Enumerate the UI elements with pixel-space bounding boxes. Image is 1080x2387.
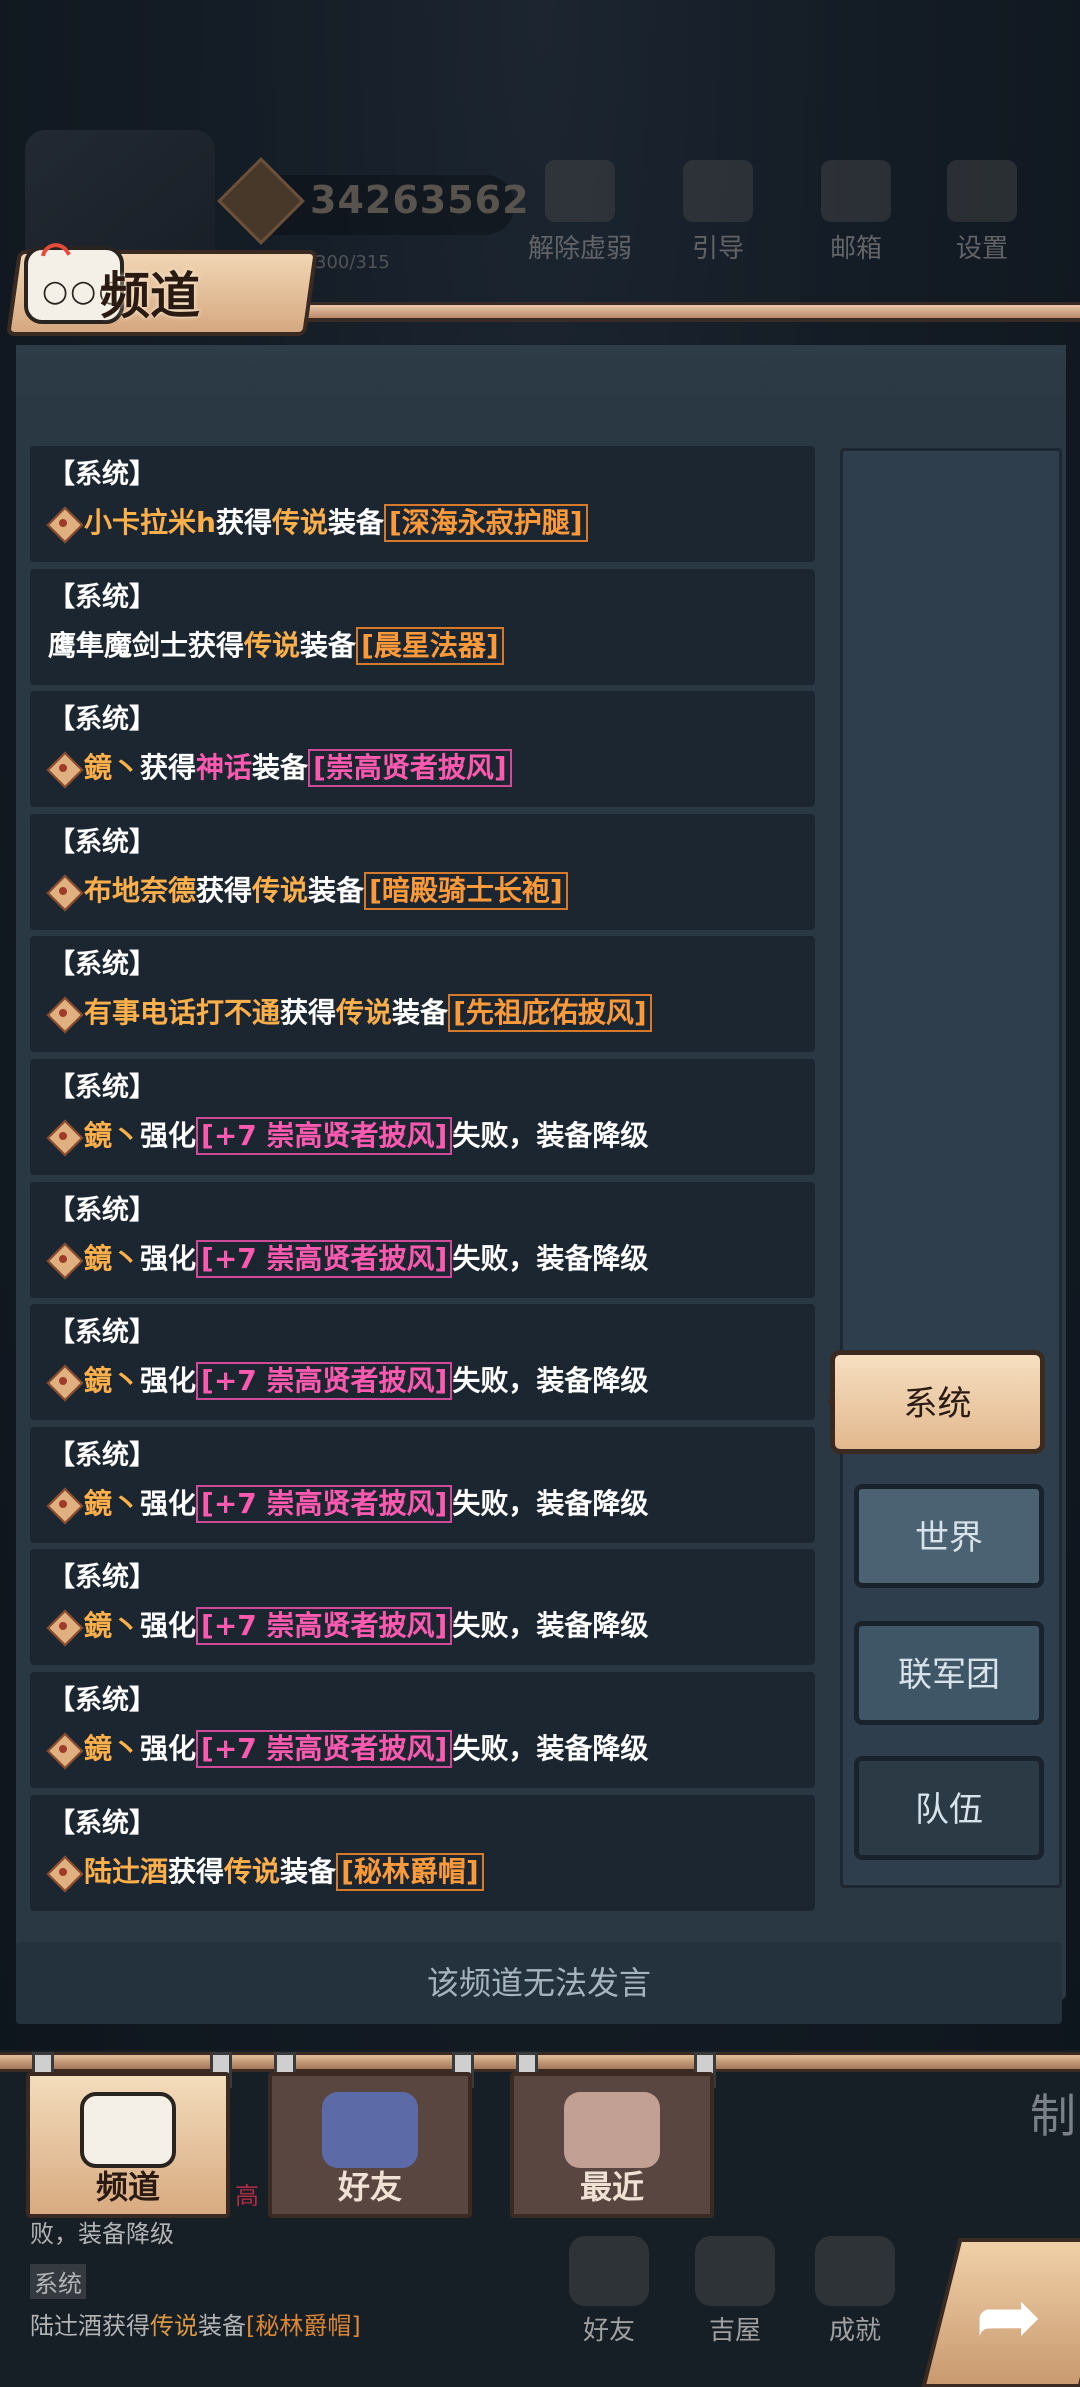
item-link[interactable]: [先祖庇佑披风] bbox=[448, 994, 652, 1033]
system-tag: 【系统】 bbox=[48, 704, 156, 736]
item-link[interactable]: [+7 崇高贤者披风] bbox=[196, 1607, 453, 1646]
rank-icon bbox=[48, 998, 78, 1028]
list-item: 【系统】 有事电话打不通 获得 传说 装备 [先祖庇佑披风] bbox=[30, 936, 815, 1053]
list-item: 【系统】 鏡丶 强化 [+7 崇高贤者披风] 失败，装备降级 bbox=[30, 1426, 815, 1543]
tab-team[interactable]: 队伍 bbox=[854, 1756, 1044, 1860]
handshake-icon bbox=[564, 2092, 660, 2168]
chat-input-disabled: 该频道无法发言 bbox=[16, 1942, 1062, 2024]
system-tag: 【系统】 bbox=[48, 1684, 156, 1716]
item-link[interactable]: [+7 崇高贤者披风] bbox=[196, 1484, 453, 1523]
player-name[interactable]: 鏡丶 bbox=[84, 1232, 140, 1286]
item-link[interactable]: [+7 崇高贤者披风] bbox=[196, 1116, 453, 1155]
signal-icon bbox=[34, 237, 72, 271]
friends-nav-button[interactable]: 好友 bbox=[554, 2236, 664, 2347]
item-link[interactable]: [晨星法器] bbox=[356, 626, 504, 665]
list-item: 【系统】 鹰隼魔剑士 获得 传说 装备 [晨星法器] bbox=[30, 568, 815, 685]
player-name[interactable]: 鹰隼魔剑士 bbox=[48, 619, 188, 673]
system-tag: 【系统】 bbox=[48, 1807, 156, 1839]
message-list[interactable]: 【系统】 小卡拉米h 获得 传说 装备 [深海永寂护腿] 【系统】 鹰隼魔剑士 … bbox=[30, 446, 815, 1917]
header-rail bbox=[180, 302, 1080, 322]
system-tag: 【系统】 bbox=[48, 1194, 156, 1226]
system-tag: 【系统】 bbox=[48, 1562, 156, 1594]
rank-icon bbox=[48, 876, 78, 906]
house-icon bbox=[695, 2236, 775, 2306]
list-item: 【系统】 鏡丶 强化 [+7 崇高贤者披风] 失败，装备降级 bbox=[30, 1304, 815, 1421]
panel-top-decoration bbox=[16, 345, 1066, 405]
system-tag: 【系统】 bbox=[48, 1071, 156, 1103]
list-item: 【系统】 鏡丶 强化 [+7 崇高贤者披风] 失败，装备降级 bbox=[30, 1181, 815, 1298]
bottom-tab-friends[interactable]: 好友 bbox=[268, 2072, 472, 2218]
side-label: 制 bbox=[1030, 2089, 1076, 2143]
friends-icon bbox=[569, 2236, 649, 2306]
bottom-tab-channel[interactable]: 频道 bbox=[26, 2072, 230, 2218]
rank-icon bbox=[48, 1244, 78, 1274]
item-link[interactable]: [+7 崇高贤者披风] bbox=[196, 1729, 453, 1768]
list-item: 【系统】 鏡丶 获得 神话 装备 [崇高贤者披风] bbox=[30, 691, 815, 808]
player-name[interactable]: 鏡丶 bbox=[84, 1722, 140, 1776]
rank-icon bbox=[48, 508, 78, 538]
system-tag: 【系统】 bbox=[48, 1317, 156, 1349]
player-name[interactable]: 鏡丶 bbox=[84, 1599, 140, 1653]
list-item: 【系统】 鏡丶 强化 [+7 崇高贤者披风] 失败，装备降级 bbox=[30, 1058, 815, 1175]
system-tag: 【系统】 bbox=[48, 949, 156, 981]
rank-icon bbox=[48, 1857, 78, 1887]
rank-icon bbox=[48, 1489, 78, 1519]
rank-icon bbox=[48, 1611, 78, 1641]
system-tag: 【系统】 bbox=[48, 826, 156, 858]
item-link[interactable]: [秘林爵帽] bbox=[336, 1852, 484, 1891]
friends-icon bbox=[322, 2092, 418, 2168]
player-name[interactable]: 布地奈德 bbox=[84, 864, 196, 918]
player-name[interactable]: 小卡拉米h bbox=[84, 496, 216, 550]
rank-icon bbox=[48, 1121, 78, 1151]
item-link[interactable]: [+7 崇高贤者披风] bbox=[196, 1239, 453, 1278]
list-item: 【系统】 鏡丶 强化 [+7 崇高贤者披风] 失败，装备降级 bbox=[30, 1671, 815, 1788]
chat-bubble-icon bbox=[80, 2092, 176, 2168]
achievement-nav-button[interactable]: 成就 bbox=[800, 2236, 910, 2347]
tab-world[interactable]: 世界 bbox=[854, 1484, 1044, 1588]
item-link[interactable]: [暗殿骑士长袍] bbox=[364, 871, 568, 910]
share-arrow-icon: ➦ bbox=[975, 2270, 1043, 2363]
list-item: 【系统】 小卡拉米h 获得 传说 装备 [深海永寂护腿] bbox=[30, 446, 815, 562]
list-item: 【系统】 鏡丶 强化 [+7 崇高贤者披风] 失败，装备降级 bbox=[30, 1549, 815, 1666]
item-link[interactable]: [深海永寂护腿] bbox=[383, 504, 588, 542]
rank-icon bbox=[48, 1366, 78, 1396]
rank-icon bbox=[48, 753, 78, 783]
item-link[interactable]: [崇高贤者披风] bbox=[308, 749, 512, 788]
player-name[interactable]: 陆辻酒 bbox=[84, 1845, 168, 1899]
player-name[interactable]: 鏡丶 bbox=[84, 1354, 140, 1408]
list-item: 【系统】 布地奈德 获得 传说 装备 [暗殿骑士长袍] bbox=[30, 813, 815, 930]
player-name[interactable]: 鏡丶 bbox=[84, 1109, 140, 1163]
bottom-tab-rail bbox=[0, 2052, 1080, 2072]
background-chat-preview: 败，装备降级 高 系统 陆辻酒获得传说装备[秘林爵帽] bbox=[30, 2182, 361, 2340]
channel-header: ○○○ 频道 bbox=[0, 237, 1080, 340]
tab-system[interactable]: 系统 bbox=[830, 1350, 1045, 1454]
trophy-icon bbox=[815, 2236, 895, 2306]
system-tag: 【系统】 bbox=[48, 581, 156, 613]
house-nav-button[interactable]: 吉屋 bbox=[680, 2236, 790, 2347]
player-name[interactable]: 鏡丶 bbox=[84, 741, 140, 795]
system-tag: 【系统】 bbox=[48, 459, 156, 490]
rank-icon bbox=[48, 1734, 78, 1764]
page-title: 频道 bbox=[100, 267, 200, 325]
player-name[interactable]: 有事电话打不通 bbox=[84, 986, 280, 1040]
bottom-tab-recent[interactable]: 最近 bbox=[510, 2072, 714, 2218]
list-item: 【系统】 陆辻酒 获得 传说 装备 [秘林爵帽] bbox=[30, 1794, 815, 1911]
system-tag: 【系统】 bbox=[48, 1439, 156, 1471]
item-link[interactable]: [+7 崇高贤者披风] bbox=[196, 1362, 453, 1401]
player-name[interactable]: 鏡丶 bbox=[84, 1477, 140, 1531]
tab-legion[interactable]: 联军团 bbox=[854, 1621, 1044, 1725]
